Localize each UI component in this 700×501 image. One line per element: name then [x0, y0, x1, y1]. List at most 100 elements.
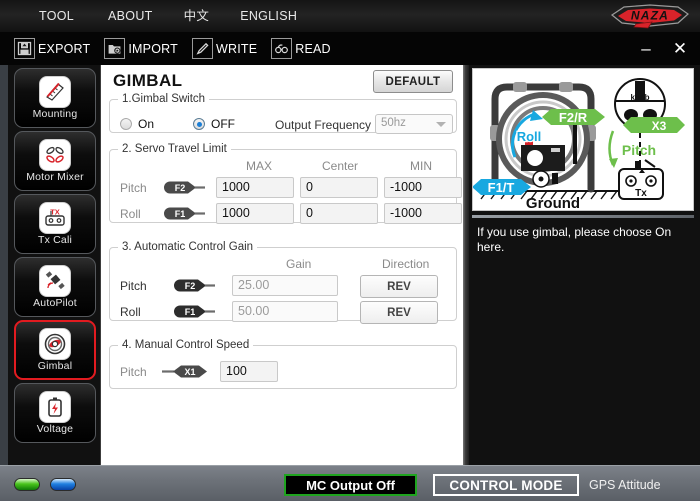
- battery-icon: [40, 391, 70, 422]
- gain-pitch-input[interactable]: [232, 275, 338, 296]
- naza-logo: NAZA: [608, 2, 692, 30]
- automatic-control-gain-legend: 3. Automatic Control Gain: [122, 241, 254, 253]
- svg-text:Roll: Roll: [517, 129, 542, 144]
- toolbar-buttons: EXPORT IMPORT WRITE READ: [14, 32, 345, 65]
- gimbal-switch-legend: 1.Gimbal Switch: [122, 93, 206, 105]
- sidebar-item-motor-mixer[interactable]: Motor Mixer: [14, 131, 96, 191]
- column-header-center: Center: [322, 159, 359, 173]
- output-frequency-value: 50hz: [381, 117, 406, 129]
- servo-row-label-pitch: Pitch: [120, 181, 147, 195]
- svg-text:F1: F1: [185, 307, 196, 317]
- gain-row-label-roll: Roll: [120, 305, 141, 319]
- export-label: EXPORT: [38, 41, 91, 56]
- menu-items: TOOL ABOUT 中文 ENGLISH: [22, 0, 314, 32]
- sidebar-item-label: Mounting: [32, 107, 78, 120]
- help-separator: [472, 215, 694, 218]
- sidebar-item-gimbal[interactable]: Gimbal: [14, 320, 96, 380]
- gain-roll-input[interactable]: [232, 301, 338, 322]
- sidebar-item-tx-cali[interactable]: TX Tx Cali: [14, 194, 96, 254]
- gain-roll-direction-button[interactable]: REV: [360, 301, 438, 324]
- read-button[interactable]: READ: [271, 32, 331, 65]
- gps-mode-label: GPS Attitude: [589, 478, 661, 492]
- automatic-control-gain-group: 3. Automatic Control Gain Gain Direction…: [109, 241, 457, 324]
- svg-text:F1: F1: [175, 209, 186, 219]
- svg-text:F2: F2: [175, 183, 186, 193]
- column-header-max: MAX: [246, 159, 273, 173]
- svg-text:F1/T: F1/T: [488, 180, 515, 195]
- manual-control-speed-group: 4. Manual Control Speed Pitch X1: [109, 339, 457, 389]
- output-frequency-select[interactable]: 50hz: [375, 114, 453, 134]
- column-header-gain: Gain: [286, 257, 312, 271]
- radio-label-off: OFF: [211, 117, 235, 131]
- ruler-mounting-icon: [40, 76, 70, 107]
- svg-text:Tx: Tx: [635, 188, 647, 199]
- naza-assistant-window: TOOL ABOUT 中文 ENGLISH NAZA EXPORT IMPORT…: [0, 0, 700, 501]
- svg-text:knob: knob: [630, 93, 649, 102]
- column-header-min: MIN: [410, 159, 432, 173]
- sidebar-item-voltage[interactable]: Voltage: [14, 383, 96, 443]
- sidebar-item-label: Gimbal: [37, 359, 73, 372]
- radio-dot-on: [120, 118, 132, 130]
- radio-label-on: On: [138, 117, 155, 131]
- page-title: GIMBAL: [113, 71, 183, 90]
- write-button[interactable]: WRITE: [191, 32, 258, 65]
- servo-pitch-max-input[interactable]: [216, 177, 294, 198]
- channel-badge-x1: X1: [162, 364, 212, 378]
- gimbal-icon: [40, 328, 70, 359]
- glasses-read-icon: [271, 38, 293, 59]
- servo-roll-max-input[interactable]: [216, 203, 294, 224]
- channel-badge-f1: F1: [162, 206, 206, 220]
- channel-badge-gain-f1: F1: [172, 304, 216, 318]
- servo-pitch-min-input[interactable]: [384, 177, 462, 198]
- info-panel: Roll F2/R F1/T Ground Pitch knob X3 Tx I…: [469, 65, 700, 465]
- svg-text:F2: F2: [185, 281, 196, 291]
- satellite-icon: [40, 265, 70, 296]
- blue-status-led: [50, 478, 76, 491]
- gimbal-switch-off-radio[interactable]: OFF: [193, 117, 235, 131]
- servo-pitch-center-input[interactable]: [300, 177, 378, 198]
- sidebar-item-label: AutoPilot: [33, 296, 77, 309]
- menu-english[interactable]: ENGLISH: [223, 0, 314, 32]
- output-frequency-label: Output Frequency: [275, 118, 372, 132]
- sidebar-item-mounting[interactable]: Mounting: [14, 68, 96, 128]
- servo-travel-limit-legend: 2. Servo Travel Limit: [122, 143, 227, 155]
- import-button[interactable]: IMPORT: [104, 32, 178, 65]
- servo-roll-min-input[interactable]: [384, 203, 462, 224]
- mc-output-status: MC Output Off: [284, 474, 417, 496]
- left-edge-strip: [0, 65, 8, 465]
- radio-dot-off: [193, 118, 205, 130]
- manual-control-speed-legend: 4. Manual Control Speed: [122, 339, 250, 351]
- default-button[interactable]: DEFAULT: [373, 70, 453, 93]
- write-label: WRITE: [215, 41, 258, 56]
- gimbal-settings-panel: GIMBAL DEFAULT 1.Gimbal Switch On OFF Ou…: [101, 65, 463, 465]
- chevron-down-icon: [436, 122, 446, 127]
- sidebar-item-label: Tx Cali: [37, 233, 73, 246]
- propellers-icon: [40, 139, 70, 170]
- menu-bar: TOOL ABOUT 中文 ENGLISH NAZA: [0, 0, 700, 33]
- servo-roll-center-input[interactable]: [300, 203, 378, 224]
- servo-row-label-roll: Roll: [120, 207, 141, 221]
- menu-chinese[interactable]: 中文: [170, 0, 224, 32]
- content-area: Mounting Motor Mixer TX Tx Cali AutoPilo…: [0, 65, 700, 465]
- servo-travel-limit-group: 2. Servo Travel Limit MAX Center MIN Pit…: [109, 143, 462, 224]
- read-label: READ: [295, 41, 331, 56]
- transmitter-icon: TX: [40, 202, 70, 233]
- gimbal-switch-on-radio[interactable]: On: [120, 117, 154, 131]
- sidebar-item-autopilot[interactable]: AutoPilot: [14, 257, 96, 317]
- manual-pitch-speed-input[interactable]: [220, 361, 278, 382]
- manual-row-label-pitch: Pitch: [120, 365, 147, 379]
- gimbal-switch-group: 1.Gimbal Switch On OFF Output Frequency …: [109, 93, 457, 134]
- close-button[interactable]: ✕: [670, 32, 690, 65]
- help-text: If you use gimbal, please choose On here…: [477, 225, 672, 254]
- gain-pitch-direction-button[interactable]: REV: [360, 275, 438, 298]
- sidebar-item-label: Voltage: [36, 422, 74, 435]
- svg-text:F2/R: F2/R: [559, 110, 588, 125]
- pencil-write-icon: [191, 38, 213, 59]
- minimize-button[interactable]: –: [636, 32, 656, 65]
- floppy-export-icon: [14, 38, 35, 59]
- menu-tool[interactable]: TOOL: [22, 0, 91, 32]
- import-label: IMPORT: [128, 41, 178, 56]
- sidebar-item-label: Motor Mixer: [26, 170, 84, 183]
- export-button[interactable]: EXPORT: [14, 32, 90, 65]
- menu-about[interactable]: ABOUT: [91, 0, 170, 32]
